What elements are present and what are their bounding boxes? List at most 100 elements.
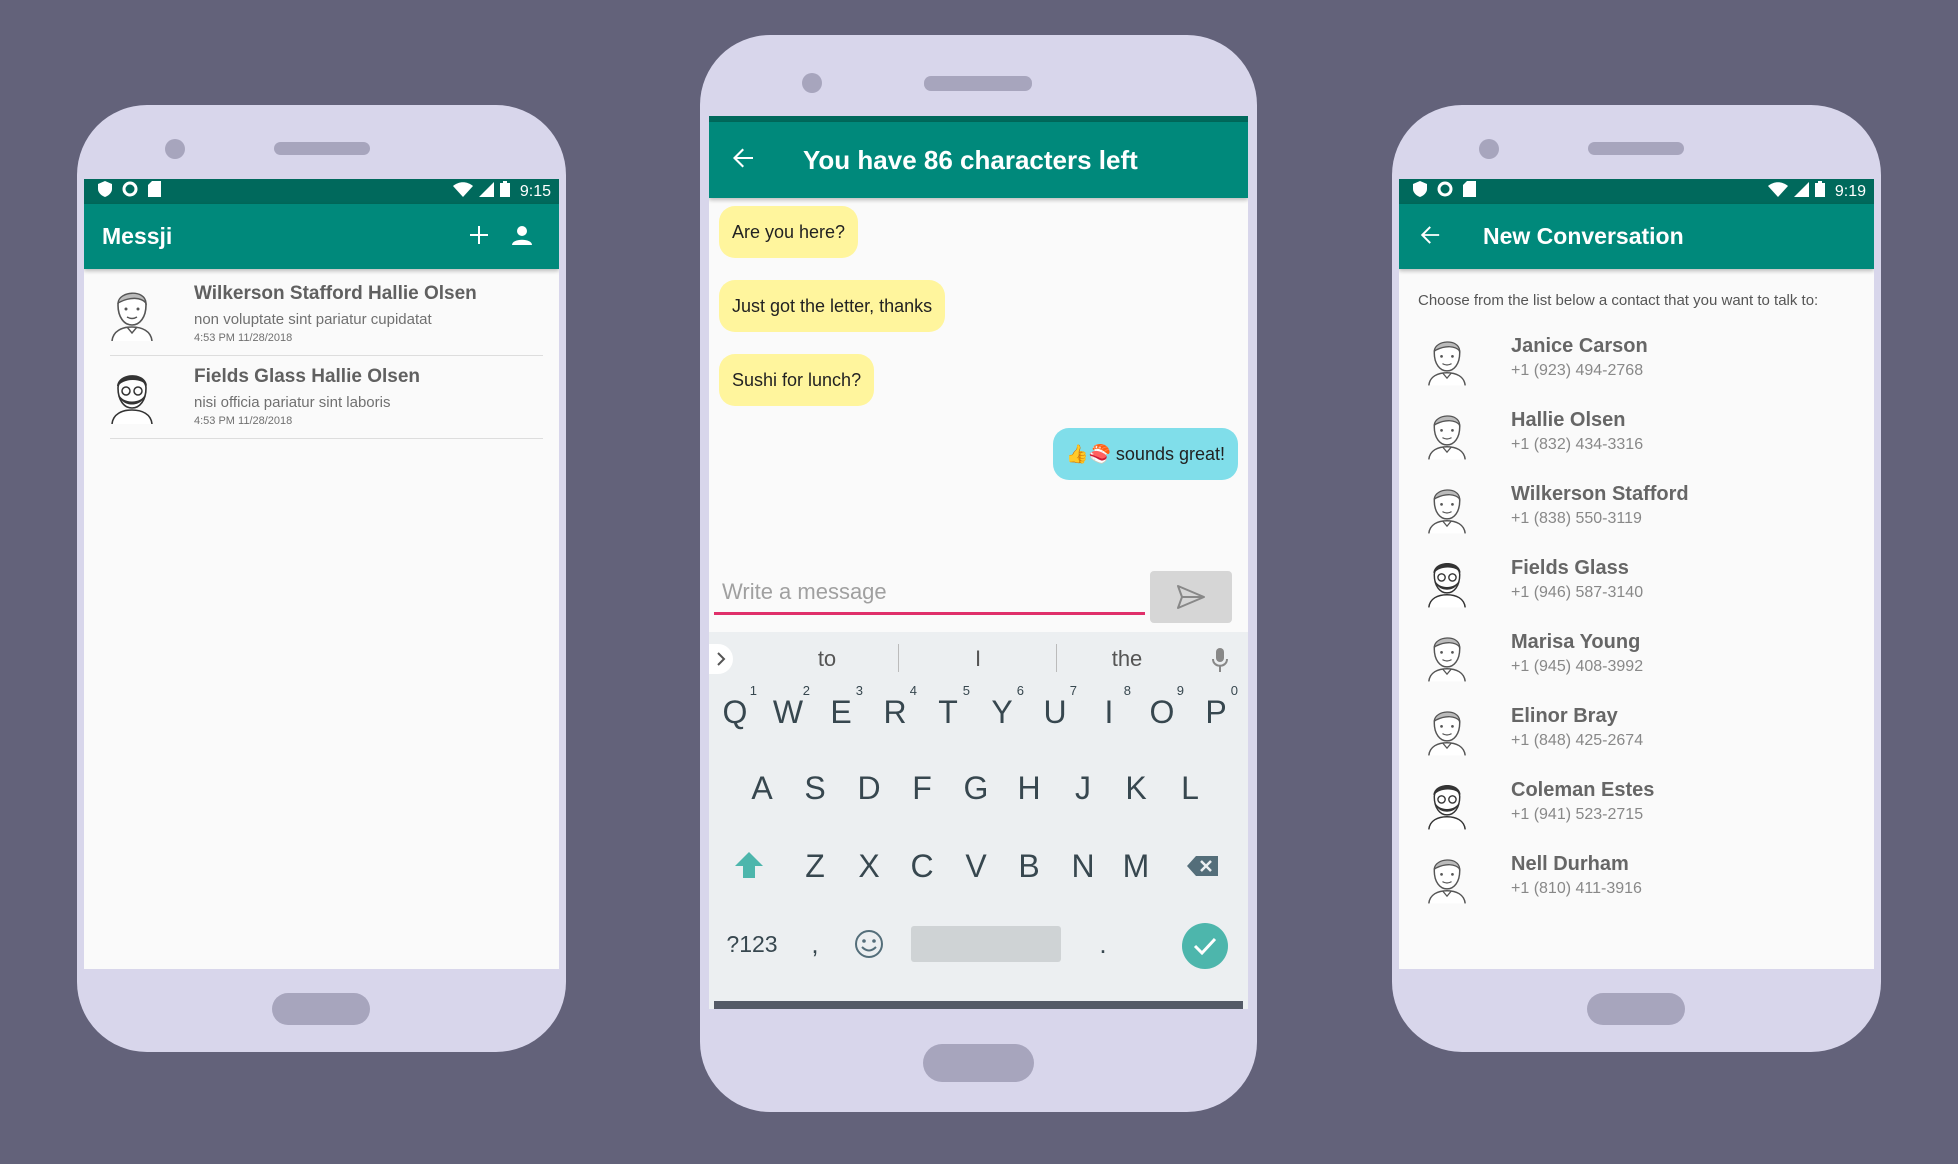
- shift-arrow-icon: [735, 852, 763, 878]
- contact-name: Coleman Estes: [1511, 779, 1655, 801]
- key-i[interactable]: I8: [1085, 680, 1133, 744]
- contact-phone: +1 (848) 425-2674: [1511, 732, 1644, 749]
- instruction-text: Choose from the list below a contact tha…: [1418, 292, 1819, 309]
- check-icon: [1193, 937, 1217, 955]
- arrow-left-icon: [733, 148, 753, 167]
- key-n[interactable]: N: [1059, 834, 1107, 898]
- key-h[interactable]: H: [1005, 756, 1053, 820]
- key-l[interactable]: L: [1166, 756, 1214, 820]
- app-bar: Messji: [84, 204, 559, 269]
- home-button[interactable]: [923, 1044, 1034, 1082]
- key-q[interactable]: Q1: [711, 680, 759, 744]
- key-j[interactable]: J: [1059, 756, 1107, 820]
- key-v[interactable]: V: [952, 834, 1000, 898]
- key-k[interactable]: K: [1112, 756, 1160, 820]
- list-item[interactable]: Coleman Estes +1 (941) 523-2715: [1427, 773, 1864, 845]
- app-title: Messji: [102, 223, 173, 249]
- emoji-key[interactable]: [845, 912, 893, 976]
- home-button[interactable]: [1587, 993, 1685, 1025]
- list-item[interactable]: Elinor Bray +1 (848) 425-2674: [1427, 699, 1864, 771]
- avatar: [110, 368, 154, 425]
- back-button[interactable]: [1419, 223, 1449, 251]
- page-title: New Conversation: [1483, 223, 1684, 249]
- contact-list: Janice Carson +1 (923) 494-2768 Hallie Ols…: [1399, 329, 1874, 969]
- contact-name: Fields Glass: [1511, 557, 1629, 579]
- phone-center: You have 86 characters left Are you here…: [700, 35, 1257, 1112]
- key-y[interactable]: Y6: [978, 680, 1026, 744]
- message-bubble-incoming: Are you here?: [719, 206, 859, 258]
- key-b[interactable]: B: [1005, 834, 1053, 898]
- comma-key[interactable]: ,: [795, 912, 835, 976]
- key-d[interactable]: D: [845, 756, 893, 820]
- list-item[interactable]: Wilkerson Stafford +1 (838) 550-3119: [1427, 477, 1864, 549]
- contact-phone: +1 (941) 523-2715: [1511, 806, 1644, 823]
- list-item[interactable]: Fields Glass +1 (946) 587-3140: [1427, 551, 1864, 623]
- camera: [1479, 139, 1499, 159]
- shift-key[interactable]: [725, 834, 773, 898]
- message-bubble-outgoing: 👍🍣 sounds great!: [1053, 428, 1238, 480]
- conversation-list: Wilkerson Stafford Hallie Olsen non volu…: [84, 273, 559, 969]
- nav-bar-strip: [714, 1001, 1243, 1009]
- contacts-button[interactable]: [507, 220, 537, 250]
- key-u[interactable]: U7: [1031, 680, 1079, 744]
- key-m[interactable]: M: [1112, 834, 1160, 898]
- backspace-icon: [1187, 856, 1218, 876]
- contact-name: Hallie Olsen: [1511, 409, 1626, 431]
- shield-icon: [1413, 181, 1427, 202]
- contact-phone: +1 (810) 411-3916: [1511, 880, 1642, 897]
- key-z[interactable]: Z: [791, 834, 839, 898]
- expand-suggestions-button[interactable]: [709, 644, 733, 674]
- screen: 9:19 New Conversation Choose from the li…: [1399, 179, 1874, 969]
- key-a[interactable]: A: [738, 756, 786, 820]
- speaker: [1588, 142, 1684, 155]
- list-item[interactable]: Hallie Olsen +1 (832) 434-3316: [1427, 403, 1864, 475]
- spacebar[interactable]: [911, 926, 1061, 962]
- smiley-icon: [855, 930, 883, 958]
- key-c[interactable]: C: [898, 834, 946, 898]
- symbols-key[interactable]: ?123: [717, 912, 787, 976]
- mic-button[interactable]: [1205, 646, 1235, 674]
- key-t[interactable]: T5: [924, 680, 972, 744]
- enter-key[interactable]: [1182, 923, 1228, 969]
- circle-icon: [122, 181, 138, 202]
- contact-name: Nell Durham: [1511, 853, 1629, 875]
- add-button[interactable]: [464, 220, 494, 250]
- battery-icon: [499, 181, 510, 202]
- suggestion-3[interactable]: the: [1067, 640, 1187, 678]
- wifi-icon: [1767, 181, 1788, 202]
- key-s[interactable]: S: [791, 756, 839, 820]
- backspace-key[interactable]: [1179, 834, 1227, 898]
- suggestion-2[interactable]: I: [918, 640, 1038, 678]
- list-item[interactable]: Fields Glass Hallie Olsen nisi officia p…: [110, 356, 543, 439]
- send-button[interactable]: [1150, 571, 1232, 623]
- key-x[interactable]: X: [845, 834, 893, 898]
- key-o[interactable]: O9: [1138, 680, 1186, 744]
- screen: 9:15 Messji Wilkerson Stafford Hallie Ol…: [84, 179, 559, 969]
- list-item[interactable]: Wilkerson Stafford Hallie Olsen non volu…: [110, 273, 543, 356]
- key-p[interactable]: P0: [1192, 680, 1240, 744]
- key-g[interactable]: G: [952, 756, 1000, 820]
- key-e[interactable]: E3: [817, 680, 865, 744]
- back-button[interactable]: [731, 146, 761, 175]
- circle-icon: [1437, 181, 1453, 202]
- message-time: 4:53 PM 11/28/2018: [194, 415, 293, 427]
- message-time: 4:53 PM 11/28/2018: [194, 332, 293, 344]
- key-r[interactable]: R4: [871, 680, 919, 744]
- list-item[interactable]: Marisa Young +1 (945) 408-3992: [1427, 625, 1864, 697]
- period-key[interactable]: .: [1083, 912, 1123, 976]
- contact-phone: +1 (946) 587-3140: [1511, 584, 1644, 601]
- suggestion-1[interactable]: to: [767, 640, 887, 678]
- key-f[interactable]: F: [898, 756, 946, 820]
- battery-icon: [1814, 181, 1825, 202]
- message-input[interactable]: [714, 572, 1145, 615]
- list-item[interactable]: Nell Durham +1 (810) 411-3916: [1427, 847, 1864, 919]
- divider: [1056, 644, 1057, 672]
- list-item[interactable]: Janice Carson +1 (923) 494-2768: [1427, 329, 1864, 401]
- avatar: [1427, 555, 1467, 609]
- shield-icon: [98, 181, 112, 202]
- key-w[interactable]: W2: [764, 680, 812, 744]
- app-bar: You have 86 characters left: [709, 122, 1248, 198]
- home-button[interactable]: [272, 993, 370, 1025]
- speaker: [274, 142, 370, 155]
- suggestion-strip: to I the: [709, 632, 1248, 684]
